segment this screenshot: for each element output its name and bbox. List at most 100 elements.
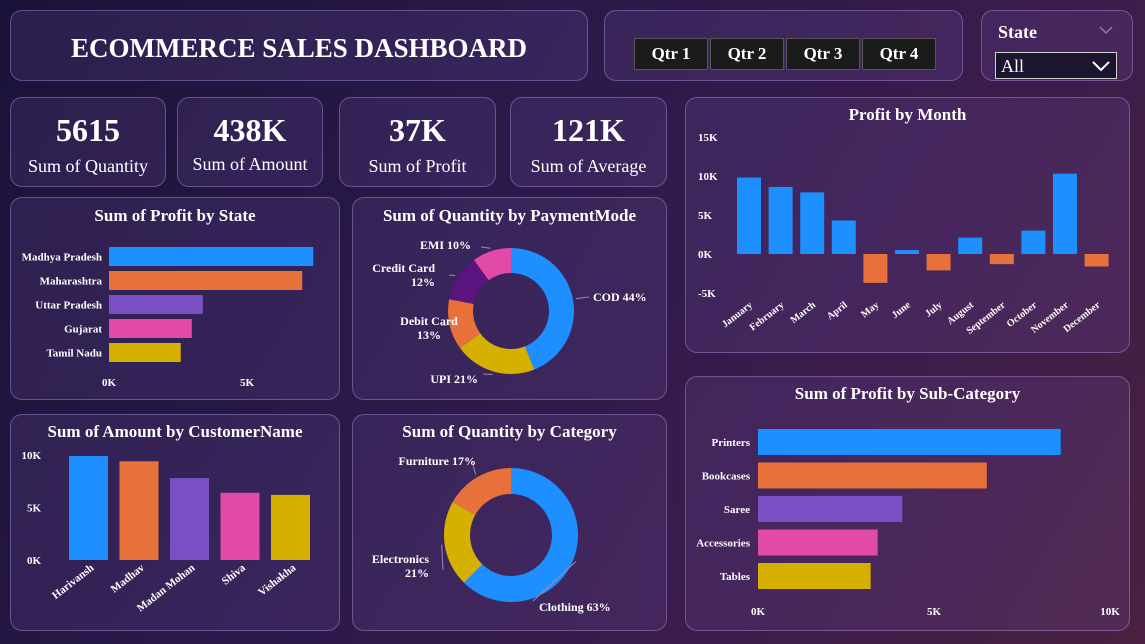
bar — [958, 237, 983, 254]
category-chart: Clothing 63% Electronics21% Furniture 17% — [372, 454, 611, 614]
kpi-label: Sum of Profit — [368, 156, 467, 176]
profit-by-state-card: Sum of Profit by State Madhya Pradesh Mah… — [10, 197, 340, 400]
state-filter: State All — [981, 10, 1133, 81]
chevron-down-icon — [1092, 61, 1110, 72]
category-label: Uttar Pradesh — [35, 300, 102, 312]
category-label: Bookcases — [702, 471, 751, 483]
category-label: February — [748, 300, 787, 334]
category-label: Madhya Pradesh — [22, 252, 102, 264]
tick-label: 5K — [927, 606, 942, 618]
slice-label: EMI 10% — [420, 238, 471, 252]
bar — [926, 254, 951, 271]
kpi-card-average: 121K Sum of Average — [510, 97, 667, 187]
category-label: July — [923, 300, 944, 320]
kpi-label: Sum of Quantity — [28, 156, 148, 176]
slice-label: Furniture 17% — [399, 454, 476, 468]
profit-by-subcategory-chart: Printers Bookcases Saree Accessories Tables 0… — [696, 429, 1120, 618]
state-dropdown[interactable]: All — [995, 52, 1117, 79]
bar — [758, 496, 903, 522]
slice-label: Electronics — [372, 552, 429, 566]
collapse-chevron-icon[interactable] — [1099, 25, 1113, 35]
tick-label: 10K — [1100, 606, 1120, 618]
profit-by-state-chart: Madhya Pradesh Maharashtra Uttar Pradesh Gu… — [22, 247, 314, 389]
bar — [863, 254, 888, 283]
bar — [109, 319, 192, 338]
category-label: June — [890, 299, 913, 321]
bar — [271, 494, 310, 560]
bar — [1021, 230, 1046, 254]
bar — [895, 250, 919, 254]
bar — [800, 192, 825, 254]
category-label: April — [825, 300, 850, 323]
tick-label: 10K — [21, 450, 41, 462]
state-label: State — [998, 22, 1037, 42]
amount-by-customer-chart: 10K5K0KHarivansh MadhavMadan Mohan Shiva Vi… — [21, 450, 310, 614]
bar — [119, 461, 159, 560]
category-label: Printers — [712, 437, 751, 449]
payment-mode-chart: COD 44% UPI 21% Debit Card13% Credit Card12… — [372, 238, 647, 386]
qtr-3-button[interactable]: Qtr 3 — [786, 38, 860, 70]
bar — [758, 529, 878, 556]
tick-label: 5K — [27, 503, 42, 515]
kpi-label: Sum of Average — [530, 156, 647, 176]
bar — [109, 271, 303, 290]
category-label: March — [789, 299, 819, 326]
bar — [109, 247, 314, 266]
title-card: ECOMMERCE SALES DASHBOARD — [10, 10, 588, 81]
category-label: Gujarat — [64, 324, 102, 336]
category-card: Sum of Quantity by Category Clothing 63%… — [352, 414, 667, 631]
amount-by-customer-card: Sum of Amount by CustomerName 10K 5K 0K Har… — [10, 414, 340, 631]
kpi-card-quantity: 5615 Sum of Quantity — [10, 97, 166, 187]
slice-label: UPI 21% — [430, 372, 478, 386]
kpi-value: 5615 — [56, 112, 120, 148]
bar — [109, 343, 181, 362]
quarter-slicer: Quarter Qtr 1 Qtr 2 Qtr 3 Qtr 4 — [604, 10, 963, 81]
tick-label: 5K — [240, 377, 255, 389]
quarter-label: Quarter — [621, 19, 649, 29]
category-label: Maharashtra — [40, 276, 103, 288]
slice-label: 13% — [417, 328, 441, 342]
bar — [758, 429, 1061, 455]
kpi-card-profit: 37K Sum of Profit — [339, 97, 496, 187]
subcategory-card: Sum of Profit by Sub-Category Printers Bo… — [685, 376, 1130, 631]
qtr-4-button[interactable]: Qtr 4 — [862, 38, 936, 70]
tick-label: 0K — [698, 249, 713, 261]
slice-label: 21% — [405, 566, 429, 580]
tick-label: 15K — [698, 132, 718, 144]
tick-label: 0K — [102, 377, 117, 389]
bar — [1084, 254, 1109, 267]
slice-label: 12% — [411, 275, 435, 289]
bar — [758, 563, 871, 589]
bar — [737, 177, 761, 254]
bar — [989, 254, 1014, 265]
leader-line — [448, 274, 456, 277]
state-dropdown-value: All — [1001, 56, 1025, 76]
bar — [758, 462, 987, 489]
tick-label: -5K — [698, 288, 716, 300]
category-label: Tamil Nadu — [46, 348, 102, 360]
leader-line — [480, 246, 491, 249]
leader-line — [441, 544, 444, 571]
slice-label: Debit Card — [400, 314, 458, 328]
bar — [170, 478, 209, 560]
category-label: Madhav — [109, 562, 148, 596]
qtr-1-button[interactable]: Qtr 1 — [634, 38, 708, 70]
category-label: Shiva — [220, 562, 248, 588]
category-label: Accessories — [696, 538, 750, 550]
bar — [109, 295, 203, 314]
qtr-2-button[interactable]: Qtr 2 — [710, 38, 784, 70]
bar — [220, 492, 260, 560]
tick-label: 10K — [698, 171, 718, 183]
bar — [69, 456, 108, 560]
bar — [1053, 173, 1077, 254]
page-title: ECOMMERCE SALES DASHBOARD — [70, 33, 528, 63]
kpi-card-amount: 438K Sum of Amount — [177, 97, 323, 187]
kpi-value: 37K — [389, 112, 446, 148]
payment-mode-card: Sum of Quantity by PaymentMode COD 44% UP… — [352, 197, 667, 400]
profit-by-month-chart: 15K10K5K0K-5KJanuaryFebruary March April Ma… — [698, 132, 1109, 337]
kpi-label: Sum of Amount — [192, 154, 308, 174]
category-label: Vishakha — [256, 562, 299, 599]
profit-by-month-card: Profit by Month 15K 10K 5K 0K -5K January Febr… — [685, 97, 1130, 353]
category-label: Harivansh — [50, 562, 96, 602]
slice-label: COD 44% — [593, 290, 647, 304]
